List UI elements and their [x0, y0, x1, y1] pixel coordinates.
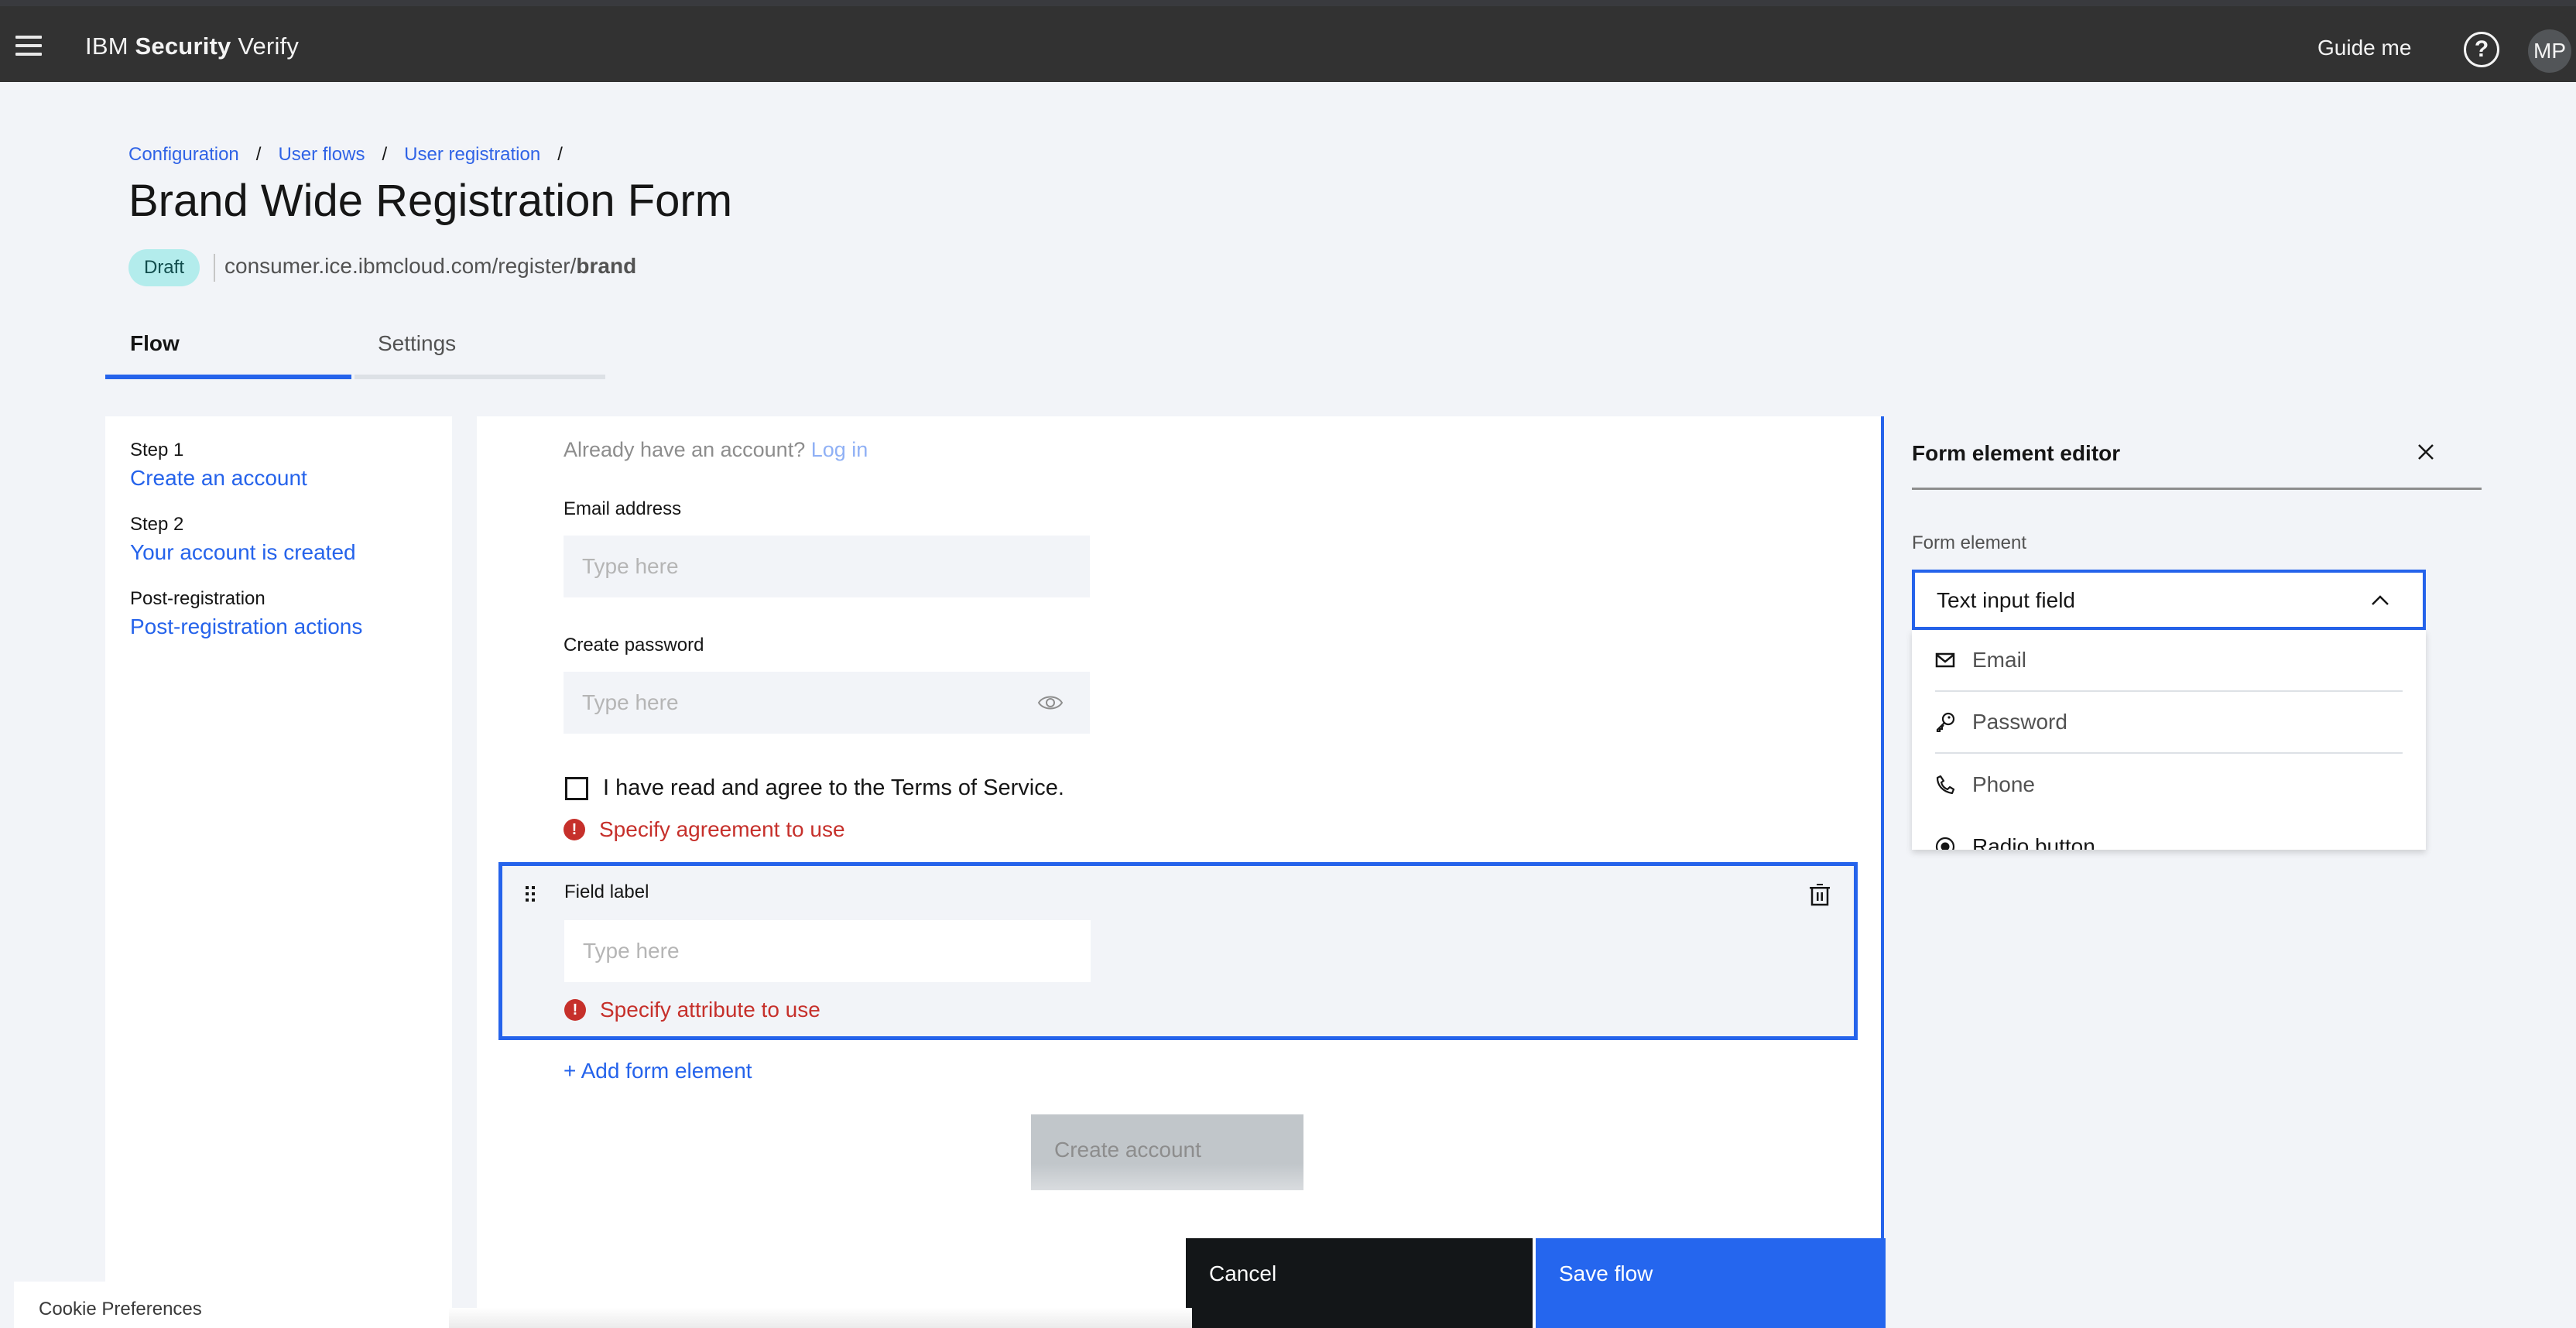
form-element-dropdown[interactable]: Text input field [1912, 570, 2426, 630]
brand-prefix: IBM [85, 33, 128, 60]
already-text: Already have an account? [564, 438, 806, 461]
breadcrumb-user-registration[interactable]: User registration [404, 144, 540, 166]
option-label: Password [1972, 710, 2067, 734]
login-link[interactable]: Log in [811, 438, 868, 461]
brand-suffix: Verify [238, 33, 300, 60]
error-icon: ! [564, 819, 585, 840]
form-element-editor: Form element editor Form element Text in… [1887, 416, 2576, 1328]
tab-flow[interactable]: Flow [105, 325, 351, 379]
field-label: Field label [564, 881, 649, 902]
top-header: IBM Security Verify Guide me ? MP [0, 0, 2576, 82]
chevron-up-icon [2372, 595, 2389, 605]
dropdown-option-password[interactable]: Password [1935, 692, 2403, 754]
product-name: IBM Security Verify [85, 33, 299, 60]
dropdown-option-phone[interactable]: Phone [1935, 754, 2403, 816]
email-label: Email address [564, 498, 682, 519]
key-icon [1936, 712, 1955, 732]
url-prefix: consumer.ice.ibmcloud.com/register/ [224, 254, 577, 278]
attribute-error: ! Specify attribute to use [564, 998, 820, 1022]
flow-url: consumer.ice.ibmcloud.com/register/brand [224, 254, 636, 279]
help-icon[interactable]: ? [2464, 32, 2499, 67]
user-avatar[interactable]: MP [2528, 29, 2571, 73]
drag-handle-icon[interactable] [526, 886, 536, 902]
brand-bold: Security [135, 33, 231, 60]
url-slug: brand [576, 254, 637, 278]
divider [214, 254, 215, 282]
create-account-button[interactable]: Create account [1031, 1114, 1303, 1190]
hamburger-menu-icon[interactable] [15, 36, 42, 56]
guide-me-link[interactable]: Guide me [2317, 36, 2411, 60]
terms-label: I have read and agree to the Terms of Se… [603, 775, 1064, 800]
divider [1912, 488, 2482, 490]
selected-form-element[interactable]: Field label ! Specify attribute to use [498, 862, 1858, 1040]
add-form-element-link[interactable]: + Add form element [564, 1059, 752, 1083]
step-link-account-created[interactable]: Your account is created [130, 540, 452, 565]
dropdown-option-email[interactable]: Email [1935, 630, 2403, 692]
tab-settings[interactable]: Settings [355, 325, 605, 379]
dropdown-menu: Email Password Phone Radio button [1912, 630, 2426, 850]
step-label: Step 1 [130, 440, 184, 460]
terms-checkbox[interactable] [565, 777, 588, 800]
phone-icon [1936, 775, 1955, 795]
dropdown-option-radio-button[interactable]: Radio button [1935, 816, 2403, 850]
terms-error-text: Specify agreement to use [599, 817, 845, 841]
form-canvas: Already have an account? Log in Email ad… [477, 416, 1884, 1328]
tabs: Flow Settings [105, 325, 605, 379]
cookie-preferences-link[interactable]: Cookie Preferences [14, 1282, 447, 1328]
step-link-post-registration[interactable]: Post-registration actions [130, 614, 452, 639]
breadcrumb-separator: / [255, 144, 262, 165]
option-label: Radio button [1972, 834, 2095, 850]
footer-shadow [449, 1308, 1192, 1328]
steps-sidebar: Step 1 Create an account Step 2 Your acc… [105, 416, 452, 1328]
step-label: Post-registration [130, 588, 265, 609]
page-title: Brand Wide Registration Form [128, 176, 733, 226]
step-label: Step 2 [130, 514, 184, 535]
close-icon[interactable] [2417, 443, 2435, 461]
form-element-label: Form element [1912, 532, 2027, 553]
field-input[interactable] [564, 920, 1091, 982]
email-icon [1935, 652, 1955, 668]
password-label: Create password [564, 635, 704, 655]
cancel-button[interactable]: Cancel [1186, 1238, 1533, 1328]
breadcrumb: Configuration / User flows / User regist… [128, 144, 580, 166]
attribute-error-text: Specify attribute to use [600, 998, 820, 1022]
show-password-icon[interactable] [1037, 693, 1064, 713]
terms-error: ! Specify agreement to use [564, 817, 845, 842]
breadcrumb-configuration[interactable]: Configuration [128, 144, 239, 166]
password-input[interactable] [564, 672, 1090, 734]
breadcrumb-separator: / [382, 144, 388, 165]
delete-icon[interactable] [1809, 883, 1831, 906]
option-label: Phone [1972, 772, 2035, 796]
breadcrumb-separator: / [557, 144, 563, 165]
save-flow-button[interactable]: Save flow [1536, 1238, 1886, 1328]
option-label: Email [1972, 648, 2027, 672]
error-icon: ! [564, 999, 586, 1021]
status-badge: Draft [128, 249, 200, 286]
breadcrumb-user-flows[interactable]: User flows [278, 144, 365, 166]
email-input[interactable] [564, 536, 1090, 597]
editor-title: Form element editor [1912, 441, 2121, 465]
step-link-create-account[interactable]: Create an account [130, 466, 452, 491]
radio-button-icon [1935, 837, 1955, 850]
already-have-account: Already have an account? Log in [564, 438, 868, 462]
dropdown-selected-value: Text input field [1937, 588, 2075, 612]
